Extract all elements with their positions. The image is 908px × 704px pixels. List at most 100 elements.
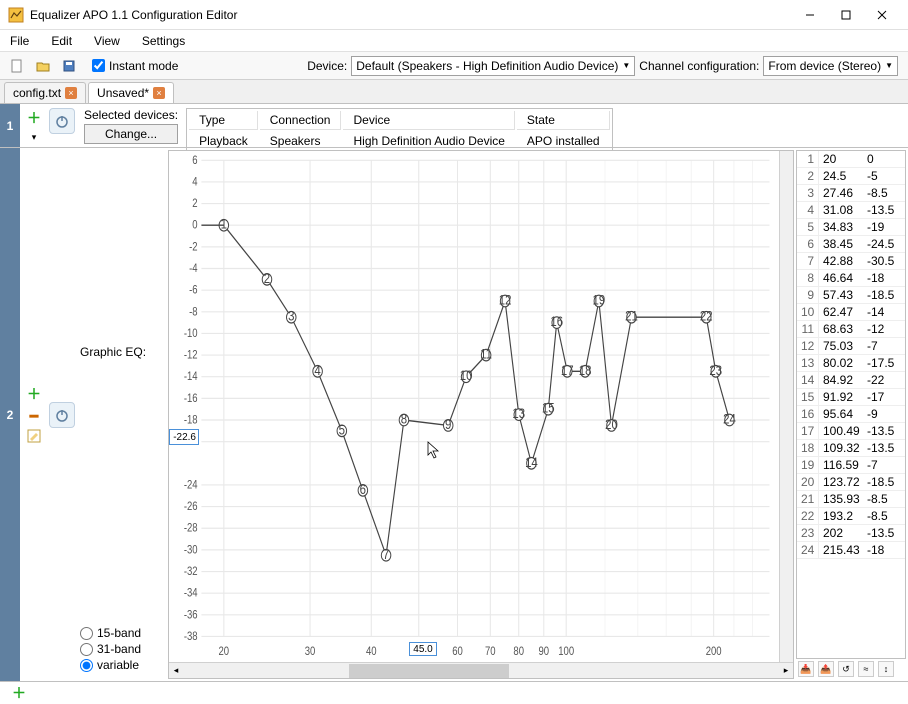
save-file-button[interactable] bbox=[58, 55, 80, 77]
data-row[interactable]: 19 116.59 -7 bbox=[797, 457, 905, 474]
instant-mode-checkbox[interactable]: Instant mode bbox=[92, 59, 178, 73]
radio-variable[interactable]: variable bbox=[80, 657, 162, 673]
scrollbar-thumb[interactable] bbox=[349, 664, 509, 678]
svg-text:8: 8 bbox=[401, 410, 407, 426]
svg-text:19: 19 bbox=[592, 291, 605, 307]
eq-graph[interactable]: 6420-2-4-6-8-10-12-14-16-18-20-24-26-28-… bbox=[168, 150, 794, 679]
svg-text:-34: -34 bbox=[184, 587, 198, 600]
menu-edit[interactable]: Edit bbox=[47, 32, 76, 50]
flatten-icon[interactable]: ≈ bbox=[858, 661, 874, 677]
titlebar: Equalizer APO 1.1 Configuration Editor bbox=[0, 0, 908, 30]
data-row[interactable]: 21 135.93 -8.5 bbox=[797, 491, 905, 508]
data-row[interactable]: 7 42.88 -30.5 bbox=[797, 253, 905, 270]
menu-settings[interactable]: Settings bbox=[138, 32, 189, 50]
selected-devices-label: Selected devices: bbox=[84, 108, 178, 122]
svg-text:6: 6 bbox=[360, 481, 366, 497]
y-value-input[interactable] bbox=[169, 429, 199, 445]
menu-file[interactable]: File bbox=[6, 32, 33, 50]
expand-icon[interactable]: ▾ bbox=[32, 132, 37, 143]
scroll-left-icon[interactable]: ◂ bbox=[169, 665, 183, 676]
reset-icon[interactable]: ↺ bbox=[838, 661, 854, 677]
data-row[interactable]: 4 31.08 -13.5 bbox=[797, 202, 905, 219]
window-title: Equalizer APO 1.1 Configuration Editor bbox=[30, 8, 792, 22]
svg-text:6: 6 bbox=[192, 154, 197, 167]
data-row[interactable]: 18 109.32 -13.5 bbox=[797, 440, 905, 457]
device-table: Type Connection Device State Playback Sp… bbox=[186, 108, 613, 153]
invert-icon[interactable]: ↕ bbox=[878, 661, 894, 677]
tab-config[interactable]: config.txt × bbox=[4, 82, 86, 103]
svg-text:-32: -32 bbox=[184, 565, 198, 578]
data-row[interactable]: 3 27.46 -8.5 bbox=[797, 185, 905, 202]
data-row[interactable]: 20 123.72 -18.5 bbox=[797, 474, 905, 491]
change-button[interactable]: Change... bbox=[84, 124, 178, 144]
data-row[interactable]: 17 100.49 -13.5 bbox=[797, 423, 905, 440]
svg-text:-30: -30 bbox=[184, 544, 198, 557]
svg-text:-18: -18 bbox=[184, 414, 198, 427]
data-row[interactable]: 9 57.43 -18.5 bbox=[797, 287, 905, 304]
svg-text:22: 22 bbox=[700, 308, 713, 324]
minimize-button[interactable] bbox=[792, 1, 828, 29]
data-row[interactable]: 22 193.2 -8.5 bbox=[797, 508, 905, 525]
power-button[interactable] bbox=[49, 108, 75, 134]
data-row[interactable]: 2 24.5 -5 bbox=[797, 168, 905, 185]
data-row[interactable]: 1 20 0 bbox=[797, 151, 905, 168]
data-toolbar: 📥 📤 ↺ ≈ ↕ bbox=[796, 659, 906, 679]
data-list[interactable]: 1 20 0 2 24.5 -5 3 27.46 -8.5 4 31.08 -1… bbox=[796, 150, 906, 659]
data-row[interactable]: 15 91.92 -17 bbox=[797, 389, 905, 406]
plus-icon[interactable]: ＋ bbox=[27, 108, 41, 128]
data-row[interactable]: 8 46.64 -18 bbox=[797, 270, 905, 287]
svg-text:80: 80 bbox=[513, 645, 524, 658]
data-row[interactable]: 6 38.45 -24.5 bbox=[797, 236, 905, 253]
open-file-button[interactable] bbox=[32, 55, 54, 77]
data-row[interactable]: 10 62.47 -14 bbox=[797, 304, 905, 321]
svg-text:15: 15 bbox=[542, 400, 555, 416]
section-number: 1 bbox=[0, 104, 20, 147]
device-label: Device: bbox=[307, 59, 347, 73]
horizontal-scrollbar[interactable]: ◂ ▸ bbox=[169, 662, 793, 678]
svg-text:1: 1 bbox=[221, 216, 227, 232]
close-tab-icon[interactable]: × bbox=[65, 87, 77, 99]
data-row[interactable]: 23 202 -13.5 bbox=[797, 525, 905, 542]
channel-combo[interactable]: From device (Stereo)▼ bbox=[763, 56, 898, 76]
radio-31-band[interactable]: 31-band bbox=[80, 641, 162, 657]
new-file-button[interactable] bbox=[6, 55, 28, 77]
tab-unsaved[interactable]: Unsaved* × bbox=[88, 82, 174, 103]
maximize-button[interactable] bbox=[828, 1, 864, 29]
edit-icon[interactable] bbox=[27, 429, 41, 446]
x-value-input[interactable] bbox=[409, 642, 437, 656]
import-icon[interactable]: 📥 bbox=[798, 661, 814, 677]
data-row[interactable]: 12 75.03 -7 bbox=[797, 338, 905, 355]
menu-view[interactable]: View bbox=[90, 32, 124, 50]
svg-text:18: 18 bbox=[579, 362, 592, 378]
svg-text:5: 5 bbox=[339, 421, 345, 437]
radio-15-band[interactable]: 15-band bbox=[80, 625, 162, 641]
svg-text:0: 0 bbox=[192, 219, 197, 232]
section-graphic-eq: 2 ＋ ━ Graphic EQ: 15-band 31-band variab… bbox=[0, 148, 908, 682]
close-tab-icon[interactable]: × bbox=[153, 87, 165, 99]
svg-text:90: 90 bbox=[538, 645, 549, 658]
add-section-icon[interactable]: ＋ bbox=[12, 683, 26, 703]
vertical-scrollbar[interactable] bbox=[779, 151, 793, 662]
data-row[interactable]: 24 215.43 -18 bbox=[797, 542, 905, 559]
channel-label: Channel configuration: bbox=[639, 59, 759, 73]
svg-text:70: 70 bbox=[485, 645, 496, 658]
data-row[interactable]: 16 95.64 -9 bbox=[797, 406, 905, 423]
minus-icon[interactable]: ━ bbox=[30, 408, 38, 425]
export-icon[interactable]: 📤 bbox=[818, 661, 834, 677]
device-combo[interactable]: Default (Speakers - High Definition Audi… bbox=[351, 56, 635, 76]
data-row[interactable]: 13 80.02 -17.5 bbox=[797, 355, 905, 372]
data-row[interactable]: 11 68.63 -12 bbox=[797, 321, 905, 338]
data-row[interactable]: 5 34.83 -19 bbox=[797, 219, 905, 236]
data-panel: 1 20 0 2 24.5 -5 3 27.46 -8.5 4 31.08 -1… bbox=[796, 150, 906, 679]
svg-text:-6: -6 bbox=[189, 284, 198, 297]
section-number: 2 bbox=[0, 148, 20, 681]
close-button[interactable] bbox=[864, 1, 900, 29]
power-button[interactable] bbox=[49, 402, 75, 428]
scroll-right-icon[interactable]: ▸ bbox=[779, 665, 793, 676]
svg-text:4: 4 bbox=[192, 176, 197, 189]
data-row[interactable]: 14 84.92 -22 bbox=[797, 372, 905, 389]
svg-text:-2: -2 bbox=[189, 241, 198, 254]
plus-icon[interactable]: ＋ bbox=[27, 384, 41, 404]
svg-text:-38: -38 bbox=[184, 630, 198, 643]
svg-text:-4: -4 bbox=[189, 262, 198, 275]
